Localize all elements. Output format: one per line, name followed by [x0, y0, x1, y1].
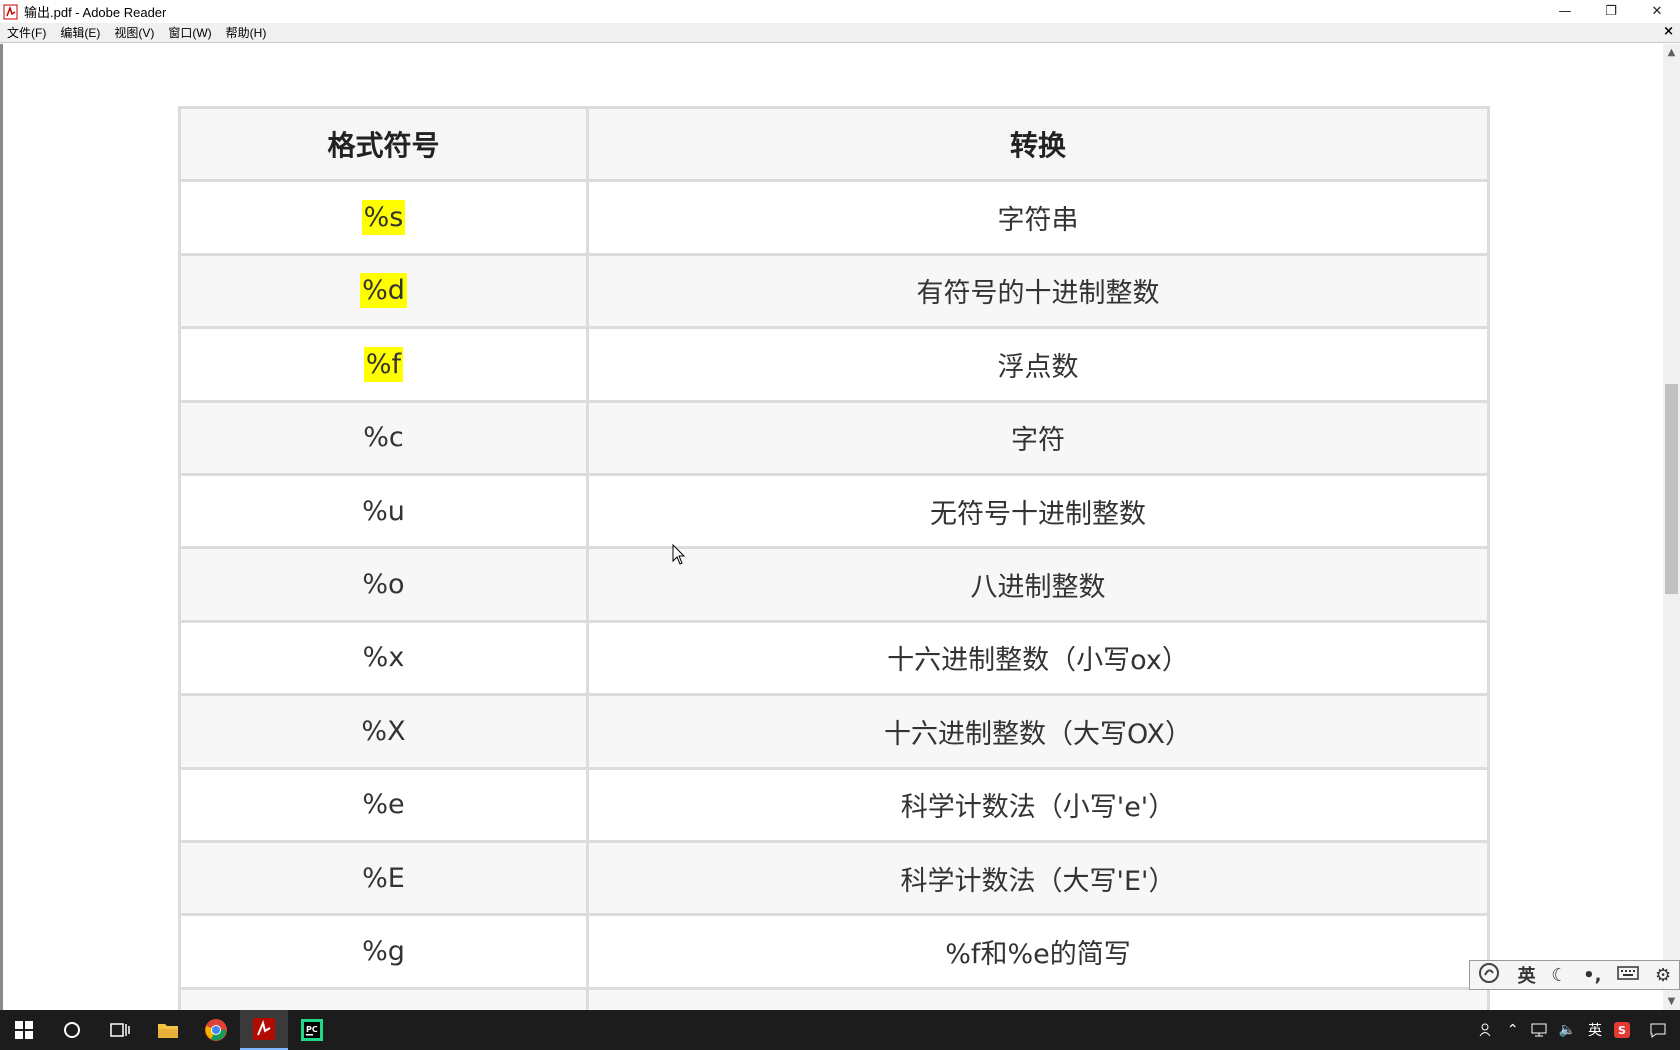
title-bar: 输出.pdf - Adobe Reader — ❐ ✕ — [0, 0, 1680, 23]
taskbar: PC ⌃ 🔈 英 S — [0, 1010, 1680, 1050]
settings-icon[interactable]: ⚙ — [1655, 965, 1671, 986]
format-symbol-text: %x — [362, 642, 405, 674]
format-symbol-cell: %G — [178, 986, 589, 1010]
punctuation-icon[interactable]: •, — [1583, 965, 1601, 986]
table-row: %o 八进制整数 — [178, 546, 1490, 623]
scroll-down-arrow-icon[interactable]: ▼ — [1663, 993, 1680, 1010]
conversion-cell: 字符 — [586, 399, 1490, 476]
sogou-logo-icon[interactable] — [1478, 961, 1502, 990]
people-icon[interactable] — [1473, 1022, 1501, 1038]
menu-file[interactable]: 文件(F) — [0, 24, 53, 41]
format-symbol-text: %E — [362, 862, 405, 894]
conversion-cell: 十六进制整数（小写ox） — [586, 619, 1490, 697]
menu-bar: 文件(F) 编辑(E) 视图(V) 窗口(W) 帮助(H) × — [0, 23, 1680, 43]
table-row: %E 科学计数法（大写'E'） — [178, 839, 1490, 917]
header-format-symbol: 格式符号 — [178, 105, 589, 183]
format-symbol-text: %f — [363, 346, 404, 382]
conversion-cell: 无符号十进制整数 — [586, 472, 1490, 550]
vertical-scrollbar[interactable]: ▲ ▼ — [1663, 44, 1680, 1010]
table-row: %g %f和%e的简写 — [178, 913, 1490, 990]
table-row: %X 十六进制整数（大写OX） — [178, 693, 1490, 770]
format-symbol-text: %c — [363, 422, 404, 454]
conversion-cell: 字符串 — [586, 179, 1490, 256]
table-row: %c 字符 — [178, 399, 1490, 476]
format-symbol-text: %u — [362, 495, 405, 527]
adobe-reader-icon[interactable] — [240, 1010, 288, 1050]
chevron-up-icon[interactable]: ⌃ — [1501, 1022, 1525, 1038]
table-row: %s 字符串 — [178, 179, 1490, 256]
sogou-tray-icon[interactable]: S — [1608, 1022, 1636, 1038]
pycharm-icon[interactable]: PC — [288, 1010, 336, 1050]
format-symbol-cell: %u — [178, 472, 589, 550]
svg-text:S: S — [1618, 1024, 1626, 1037]
menu-help[interactable]: 帮助(H) — [219, 24, 274, 41]
window-controls: — ❐ ✕ — [1542, 0, 1680, 23]
scroll-up-arrow-icon[interactable]: ▲ — [1663, 44, 1680, 61]
tray-language-indicator[interactable]: 英 — [1582, 1020, 1608, 1040]
format-symbol-text: %g — [362, 935, 405, 967]
conversion-cell: %f和%E的简写 — [586, 986, 1490, 1010]
table-header-row: 格式符号 转换 — [178, 105, 1490, 183]
format-symbol-cell: %d — [178, 252, 589, 330]
format-symbol-text: %o — [362, 569, 405, 601]
close-button[interactable]: ✕ — [1634, 0, 1680, 23]
format-symbol-text: %X — [361, 715, 406, 747]
file-explorer-icon[interactable] — [144, 1010, 192, 1050]
conversion-cell: %f和%e的简写 — [586, 913, 1490, 990]
conversion-cell: 浮点数 — [586, 326, 1490, 403]
start-icon[interactable] — [0, 1010, 48, 1050]
format-symbol-cell: %g — [178, 913, 589, 990]
table-row: %f 浮点数 — [178, 326, 1490, 403]
window-title: 输出.pdf - Adobe Reader — [24, 5, 167, 20]
format-symbol-cell: %e — [178, 766, 589, 843]
system-tray: ⌃ 🔈 英 S — [1473, 1010, 1680, 1050]
volume-icon[interactable]: 🔈 — [1553, 1022, 1582, 1038]
adobe-reader-app-icon[interactable] — [3, 4, 19, 20]
menu-window[interactable]: 窗口(W) — [161, 24, 218, 41]
format-symbol-cell: %c — [178, 399, 589, 476]
format-symbol-cell: %X — [178, 693, 589, 770]
document-viewport[interactable]: 格式符号 转换 %s 字符串 %d 有符号的十进制整数 %f 浮点数 %c 字符 %u 无符号十进… — [0, 44, 1663, 1010]
menu-edit[interactable]: 编辑(E) — [53, 24, 107, 41]
document-close-button[interactable]: × — [1663, 24, 1674, 39]
table-row: %G%f和%E的简写 — [178, 986, 1490, 1010]
conversion-cell: 有符号的十进制整数 — [586, 252, 1490, 330]
format-symbol-cell: %x — [178, 619, 589, 697]
table-row: %u 无符号十进制整数 — [178, 472, 1490, 550]
chrome-icon[interactable] — [192, 1010, 240, 1050]
notification-icon[interactable] — [1636, 1022, 1680, 1038]
format-symbol-cell: %E — [178, 839, 589, 917]
minimize-button[interactable]: — — [1542, 0, 1588, 23]
scrollbar-thumb[interactable] — [1665, 384, 1678, 594]
header-conversion: 转换 — [586, 105, 1490, 183]
table-row: %x 十六进制整数（小写ox） — [178, 619, 1490, 697]
format-specifier-table: 格式符号 转换 %s 字符串 %d 有符号的十进制整数 %f 浮点数 %c 字符 %u 无符号十进… — [178, 105, 1490, 1010]
moon-icon[interactable]: ☾ — [1551, 965, 1567, 986]
cortana-icon[interactable] — [48, 1010, 96, 1050]
mouse-pointer-icon — [672, 543, 686, 570]
conversion-cell: 十六进制整数（大写OX） — [586, 693, 1490, 770]
format-symbol-text: %d — [360, 273, 407, 309]
svg-text:PC: PC — [306, 1025, 318, 1034]
table-row: %d 有符号的十进制整数 — [178, 252, 1490, 330]
format-symbol-cell: %s — [178, 179, 589, 256]
keyboard-icon[interactable] — [1617, 965, 1639, 986]
ime-language-toggle[interactable]: 英 — [1518, 962, 1536, 988]
conversion-cell: 八进制整数 — [586, 546, 1490, 623]
network-icon[interactable] — [1525, 1023, 1553, 1037]
format-symbol-cell: %f — [178, 326, 589, 403]
restore-button[interactable]: ❐ — [1588, 0, 1634, 23]
table-body: %s 字符串 %d 有符号的十进制整数 %f 浮点数 %c 字符 %u 无符号十进制整数 %o 八进制… — [178, 179, 1490, 1010]
ime-toolbar: 英 ☾ •, ⚙ — [1469, 960, 1680, 990]
format-symbol-text: %e — [362, 789, 405, 821]
format-symbol-text: %s — [361, 200, 406, 236]
format-symbol-cell: %o — [178, 546, 589, 623]
task-view-icon[interactable] — [96, 1010, 144, 1050]
conversion-cell: 科学计数法（小写'e'） — [586, 766, 1490, 843]
conversion-cell: 科学计数法（大写'E'） — [586, 839, 1490, 917]
menu-view[interactable]: 视图(V) — [107, 24, 161, 41]
table-row: %e 科学计数法（小写'e'） — [178, 766, 1490, 843]
